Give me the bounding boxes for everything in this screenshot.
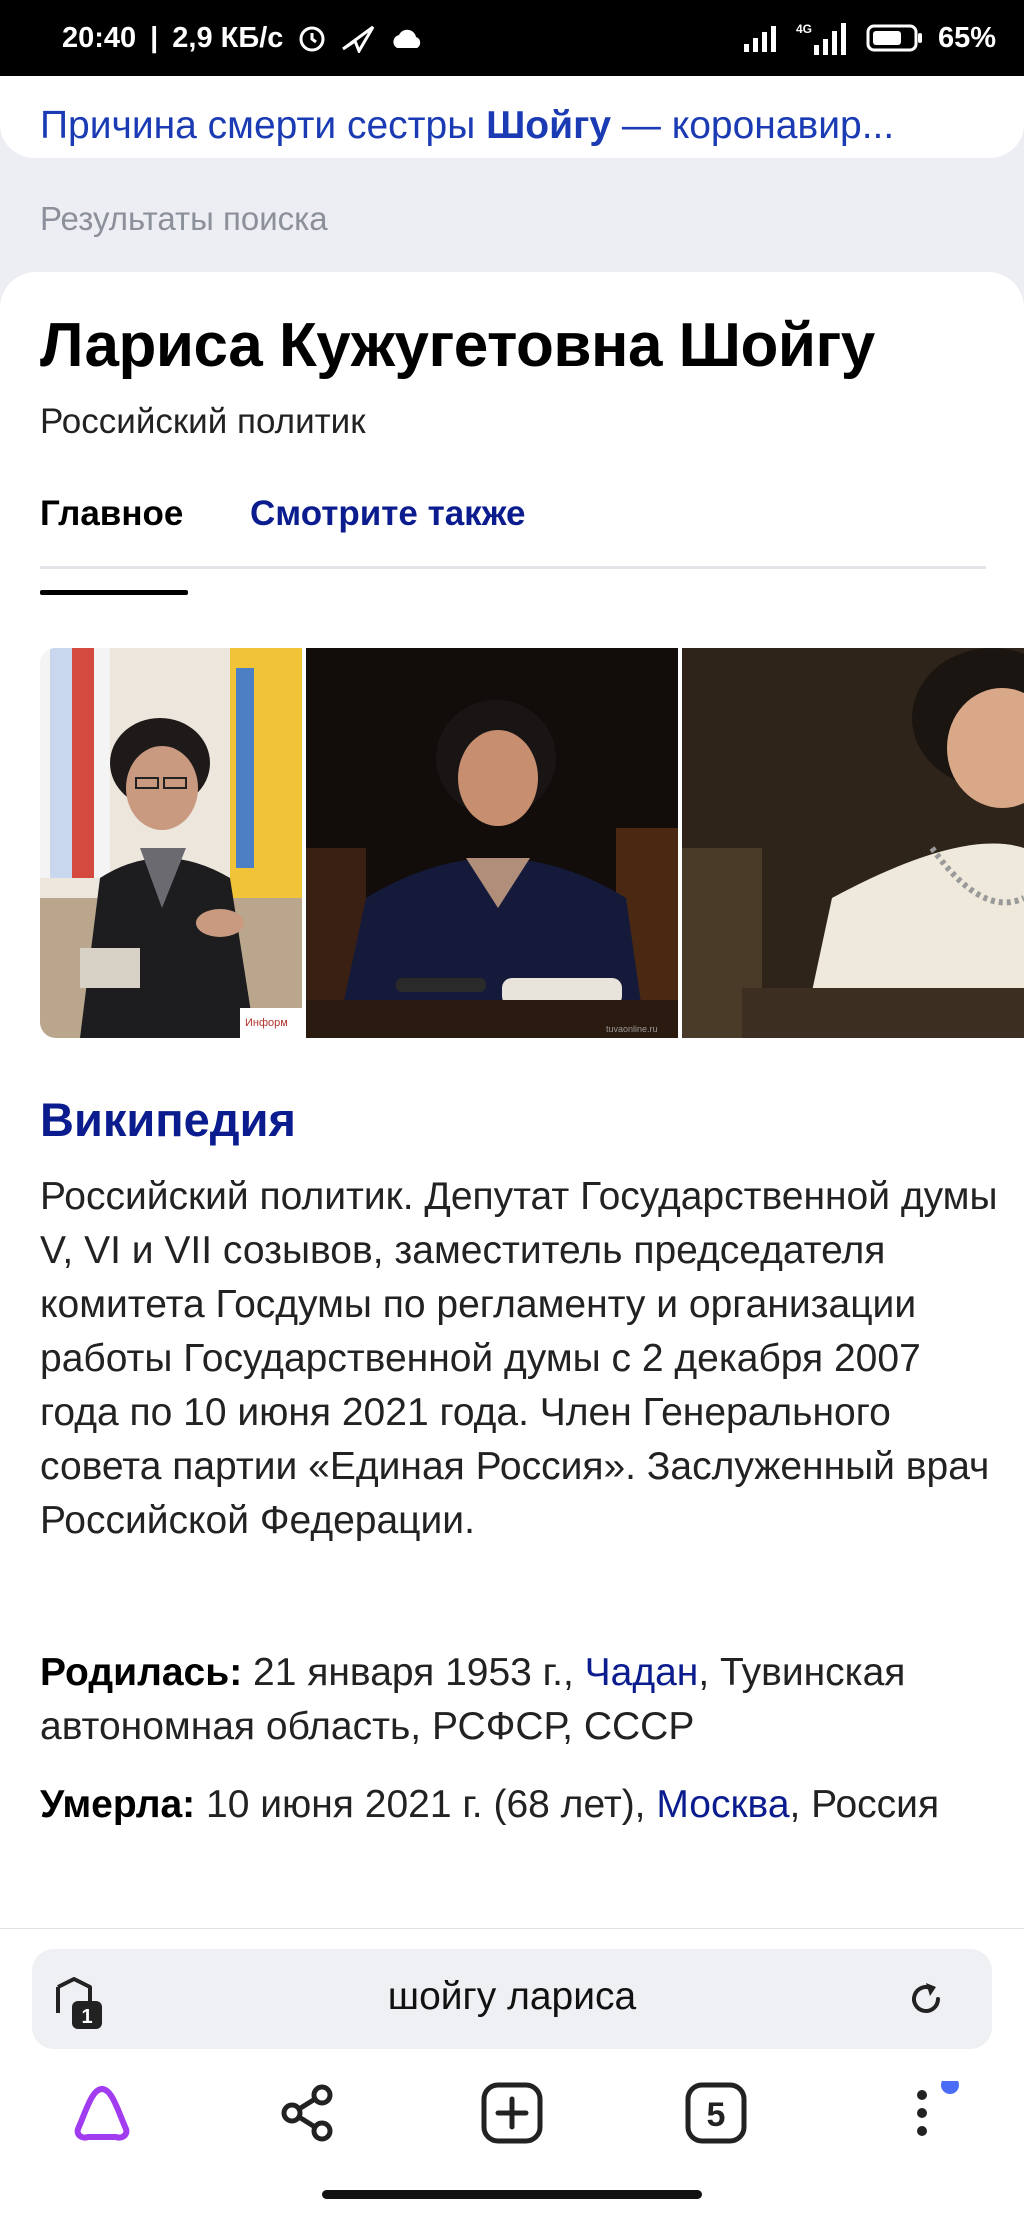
fact-born: Родилась: 21 января 1953 г., Чадан, Туви… bbox=[40, 1651, 906, 1748]
tab-see-also[interactable]: Смотрите также bbox=[250, 494, 526, 534]
wikipedia-summary: Российский политик. Депутат Государствен… bbox=[40, 1175, 998, 1542]
entity-tabs: Главное Смотрите также bbox=[40, 494, 986, 595]
wikipedia-heading[interactable]: Википедия bbox=[40, 1092, 296, 1147]
battery-percent: 65% bbox=[937, 21, 996, 54]
alice-assistant-icon[interactable] bbox=[70, 2081, 134, 2150]
born-place-link[interactable]: Чадан bbox=[585, 1651, 699, 1694]
cloud-icon bbox=[389, 26, 425, 50]
entity-subtitle: Российский политик bbox=[40, 402, 366, 441]
photo-gallery: Информ tuvaonline.ru bbox=[40, 648, 1024, 1038]
notification-dot bbox=[941, 2076, 959, 2094]
battery-icon bbox=[866, 23, 924, 53]
status-bar: 20:40 | 2,9 КБ/с 4G 65% bbox=[0, 0, 1024, 76]
gallery-photo-1[interactable]: Информ bbox=[40, 648, 302, 1038]
address-bar[interactable]: 1 шойгу лариса bbox=[32, 1949, 992, 2049]
svg-text:5: 5 bbox=[707, 2096, 726, 2134]
svg-text:4G: 4G bbox=[796, 22, 812, 36]
entity-card: Лариса Кужугетовна Шойгу Российский поли… bbox=[0, 272, 1024, 1932]
menu-more-icon[interactable] bbox=[900, 2076, 960, 2150]
alarm-icon bbox=[297, 23, 327, 53]
signal-icon bbox=[742, 24, 782, 52]
home-indicator[interactable] bbox=[322, 2190, 702, 2199]
tabs-count-icon[interactable]: 5 bbox=[684, 2081, 748, 2150]
svg-text:tuvaonline.ru: tuvaonline.ru bbox=[606, 1024, 658, 1034]
browser-bottom-bar: 1 шойгу лариса 5 bbox=[0, 1928, 1024, 2220]
tab-main[interactable]: Главное bbox=[40, 494, 189, 595]
entity-title: Лариса Кужугетовна Шойгу bbox=[40, 311, 875, 380]
status-speed: 2,9 КБ/с bbox=[172, 21, 284, 54]
svg-text:Информ: Информ bbox=[245, 1017, 288, 1029]
paper-plane-icon bbox=[341, 23, 375, 53]
died-place-link[interactable]: Москва bbox=[656, 1783, 789, 1826]
status-time: 20:40 bbox=[62, 21, 137, 54]
address-query: шойгу лариса bbox=[387, 1975, 637, 2018]
search-results-label: Результаты поиска bbox=[40, 200, 328, 237]
gallery-photo-2[interactable]: tuvaonline.ru bbox=[306, 648, 678, 1038]
previous-result-link[interactable]: Причина смерти сестры Шойгу — коронавир.… bbox=[40, 104, 990, 148]
fact-died: Умерла: 10 июня 2021 г. (68 лет), Москва… bbox=[40, 1783, 940, 1826]
gallery-photo-3[interactable] bbox=[682, 648, 1024, 1038]
new-tab-icon[interactable] bbox=[480, 2081, 544, 2150]
share-icon[interactable] bbox=[278, 2081, 338, 2150]
reload-icon[interactable] bbox=[906, 1979, 946, 2024]
signal-4g-icon: 4G bbox=[796, 21, 852, 55]
